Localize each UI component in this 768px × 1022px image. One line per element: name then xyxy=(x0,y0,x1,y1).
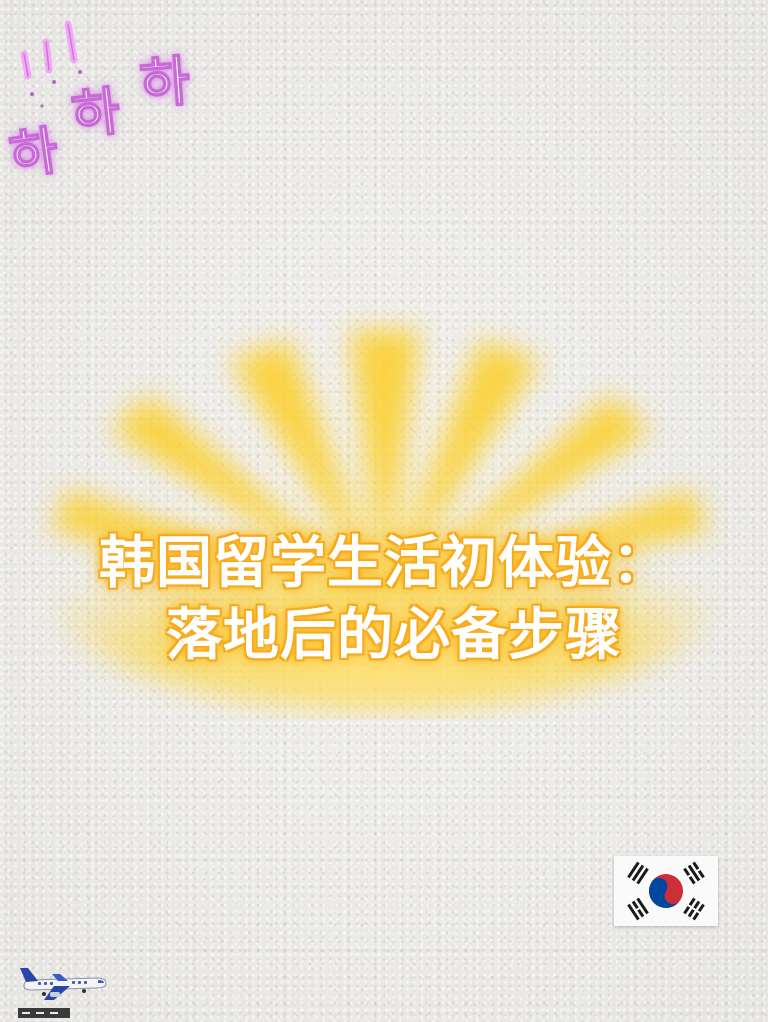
airplane-icon xyxy=(18,968,107,1018)
page-title: 韩国留学生活初体验： 落地后的必备步骤 xyxy=(0,528,768,672)
title-line-1: 韩国留学生活初体验： xyxy=(99,531,669,596)
title-line-2: 落地后的必备步骤 xyxy=(166,603,622,668)
korean-ha-3: 하 xyxy=(137,49,193,117)
south-korea-flag-icon xyxy=(614,856,718,926)
korean-ha-1: 하 xyxy=(5,120,62,188)
korean-ha-2: 하 xyxy=(68,81,123,147)
korean-ha-decoration: 하 하 하 xyxy=(0,0,240,210)
